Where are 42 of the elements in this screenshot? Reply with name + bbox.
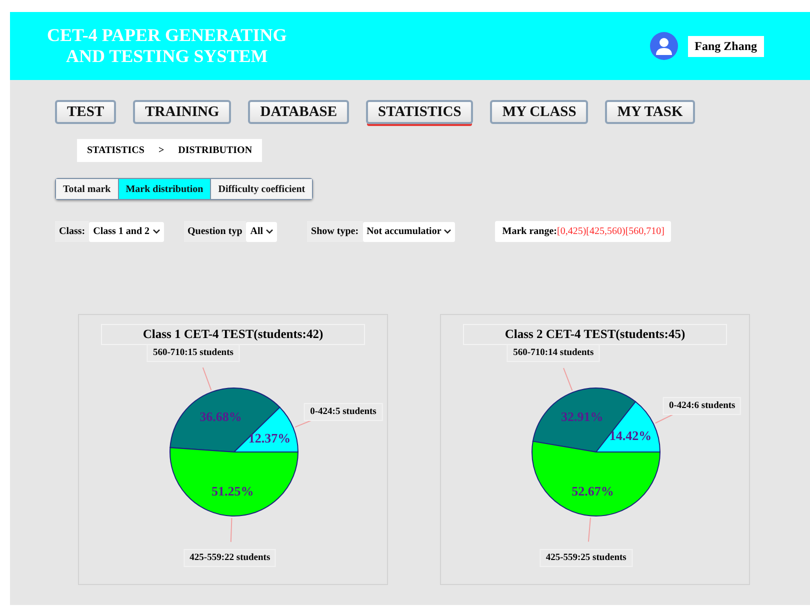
dropdown[interactable]: Class 1 and 2 [89, 222, 164, 242]
leader-line [588, 517, 591, 542]
nav-tab[interactable]: MY TASK [605, 100, 695, 124]
filter-label: Mark range: [502, 226, 557, 237]
slice-value-label: 36.68% [200, 408, 242, 424]
nav-tab[interactable]: DATABASE [248, 100, 350, 124]
nav-tab[interactable]: TRAINING [133, 100, 232, 124]
slice-value-label: 32.91% [561, 409, 604, 424]
slice-value-label: 51.25% [212, 483, 254, 498]
mark-range-value: [0,425)[425,560)[560,710] [557, 226, 664, 237]
chevron-down-icon [266, 229, 274, 234]
nav-tab[interactable]: STATISTICS [366, 100, 474, 124]
slice-callout: 425-559:22 students [184, 548, 276, 567]
view-tab[interactable]: Mark distribution [118, 179, 212, 199]
breadcrumb-separator: > [158, 145, 164, 156]
leader-line [202, 367, 212, 391]
filter-label: Show type: [307, 221, 363, 242]
slice-callout: 560-710:14 students [507, 344, 600, 362]
slice-callout: 0-424:5 students [304, 402, 382, 421]
dropdown[interactable]: Not accumulatior [362, 222, 456, 242]
breadcrumb-item[interactable]: DISTRIBUTION [178, 145, 252, 156]
view-tab[interactable]: Difficulty coefficient [211, 179, 312, 199]
chevron-down-icon [152, 229, 160, 234]
slice-value-label: 14.42% [609, 428, 652, 444]
nav-tab[interactable]: MY CLASS [490, 100, 588, 124]
breadcrumb-item[interactable]: STATISTICS [87, 145, 144, 156]
slice-value-label: 52.67% [572, 483, 614, 498]
filter-label: Class: [55, 221, 90, 242]
avatar-icon[interactable] [650, 32, 678, 60]
app-title: CET-4 PAPER GENERATING AND TESTING SYSTEM [47, 25, 287, 67]
slice-value-label: 12.37% [248, 430, 291, 446]
filter-label: Question typ [184, 221, 246, 242]
dropdown[interactable]: All [246, 222, 278, 242]
nav-tab[interactable]: TEST [55, 100, 116, 124]
leader-line [230, 517, 232, 542]
slice-callout: 560-710:15 students [146, 344, 240, 362]
view-tab[interactable]: Total mark [56, 179, 119, 199]
user-name: Fang Zhang [688, 36, 764, 56]
chevron-down-icon [444, 229, 452, 234]
slice-callout: 425-559:25 students [540, 548, 632, 567]
leader-line [563, 368, 573, 391]
slice-callout: 0-424:6 students [662, 396, 742, 415]
